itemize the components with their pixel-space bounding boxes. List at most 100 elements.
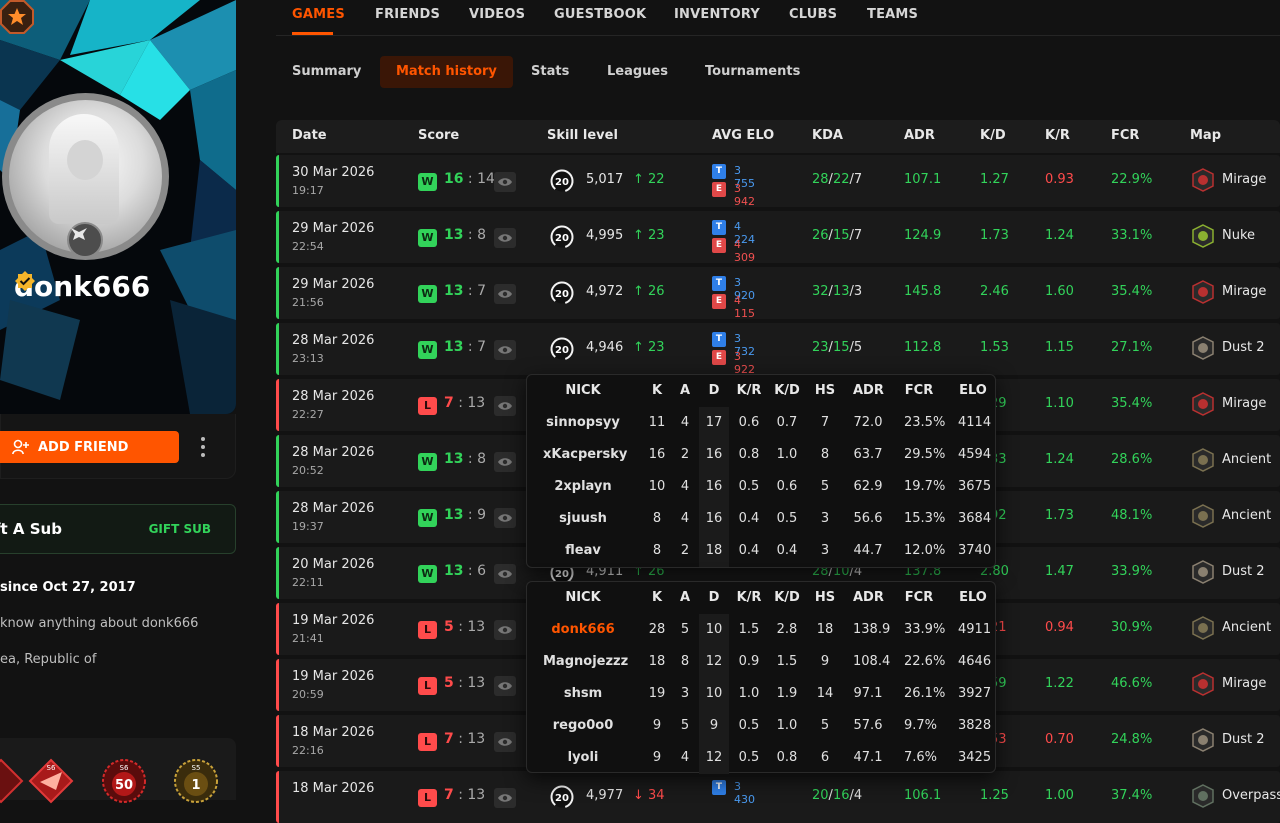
country: ea, Republic of xyxy=(0,652,97,667)
view-match-icon[interactable] xyxy=(494,508,516,528)
view-match-icon[interactable] xyxy=(494,172,516,192)
team-t-badge: T xyxy=(712,332,726,347)
popup-player-row[interactable]: 2xplayn 10 4 16 0.5 0.6 5 62.9 19.7% 3675 xyxy=(527,471,997,503)
view-match-icon[interactable] xyxy=(494,340,516,360)
tab-teams[interactable]: TEAMS xyxy=(867,7,918,22)
table-row[interactable]: 29 Mar 2026 22:54 W 13 : 8 20 4,995 ↑ 23 T 4 224… xyxy=(276,211,1280,264)
tab-friends[interactable]: FRIENDS xyxy=(375,7,440,22)
subtab-summary[interactable]: Summary xyxy=(276,56,377,88)
fcr-value: 30.9% xyxy=(1111,620,1153,635)
match-time: 21:41 xyxy=(292,632,324,645)
popup-player-row[interactable]: xKacpersky 16 2 16 0.8 1.0 8 63.7 29.5% 4594 xyxy=(527,439,997,471)
kr-value: 1.24 xyxy=(1045,228,1074,243)
adr-value: 145.8 xyxy=(904,284,942,299)
view-match-icon[interactable] xyxy=(494,788,516,808)
col-skill[interactable]: Skill level xyxy=(547,128,618,143)
view-match-icon[interactable] xyxy=(494,564,516,584)
subtab-tournaments[interactable]: Tournaments xyxy=(689,56,816,88)
player-nick[interactable]: fleav xyxy=(543,543,623,558)
kills: 23 xyxy=(812,340,829,355)
tab-inventory[interactable]: INVENTORY xyxy=(674,7,760,22)
popup-player-row[interactable]: fleav 8 2 18 0.4 0.4 3 44.7 12.0% 3740 xyxy=(527,535,997,567)
arrow-up-icon: ↑ xyxy=(633,284,649,299)
player-stat: 10 xyxy=(699,614,729,646)
tab-clubs[interactable]: CLUBS xyxy=(789,7,837,22)
col-date[interactable]: Date xyxy=(292,128,327,143)
match-scoreboard-popup-team1: NICK K A D K/R K/D HS ADR FCR ELO sinnopsyy 11 4 17 0.… xyxy=(526,374,996,568)
player-nick[interactable]: sinnopsyy xyxy=(543,415,623,430)
player-nick[interactable]: lyoli xyxy=(543,750,623,765)
view-match-icon[interactable] xyxy=(494,452,516,472)
col-score[interactable]: Score xyxy=(418,128,459,143)
subtab-stats[interactable]: Stats xyxy=(515,56,585,88)
col-fcr[interactable]: FCR xyxy=(1111,128,1139,143)
add-friend-button[interactable]: ADD FRIEND xyxy=(0,431,179,463)
popup-col-k: K xyxy=(651,590,663,605)
kda-value: 32/13/3 xyxy=(812,284,862,299)
player-nick[interactable]: donk666 xyxy=(543,622,623,637)
username: donk666 xyxy=(14,270,150,303)
popup-player-row[interactable]: sinnopsyy 11 4 17 0.6 0.7 7 72.0 23.5% 4114 xyxy=(527,407,997,439)
laurel-medal-sub: S6 xyxy=(120,764,129,772)
player-nick[interactable]: rego0o0 xyxy=(543,718,623,733)
view-match-icon[interactable] xyxy=(494,284,516,304)
tab-guestbook[interactable]: GUESTBOOK xyxy=(554,7,646,22)
popup-player-row[interactable]: sjuush 8 4 16 0.4 0.5 3 56.6 15.3% 3684 xyxy=(527,503,997,535)
popup-player-row[interactable]: Magnojezzz 18 8 12 0.9 1.5 9 108.4 22.6% 4646 xyxy=(527,646,997,678)
player-nick[interactable]: shsm xyxy=(543,686,623,701)
player-stat: 0.7 xyxy=(776,415,798,430)
kd-value: 1.73 xyxy=(980,228,1009,243)
player-stat: 3 xyxy=(680,686,690,701)
popup-player-row[interactable]: lyoli 9 4 12 0.5 0.8 6 47.1 7.6% 3425 xyxy=(527,742,997,774)
col-kda[interactable]: KDA xyxy=(812,128,843,143)
table-row[interactable]: 28 Mar 2026 23:13 W 13 : 7 20 4,946 ↑ 23 T 3 732… xyxy=(276,323,1280,376)
subtab-match-history[interactable]: Match history xyxy=(380,56,513,88)
player-stat: 2 xyxy=(680,447,690,462)
col-kr[interactable]: K/R xyxy=(1045,128,1070,143)
view-match-icon[interactable] xyxy=(494,732,516,752)
table-row[interactable]: 18 Mar 2026 L 7 : 13 20 4,977 ↓ 34 T 3 430 20/16… xyxy=(276,771,1280,823)
more-options-icon[interactable] xyxy=(200,437,206,457)
player-nick[interactable]: xKacpersky xyxy=(543,447,627,462)
subtab-leagues[interactable]: Leagues xyxy=(591,56,684,88)
team-e-badge: E xyxy=(712,294,726,309)
player-stat: 1.9 xyxy=(776,686,798,701)
player-nick[interactable]: sjuush xyxy=(543,511,623,526)
popup-player-row[interactable]: shsm 19 3 10 1.0 1.9 14 97.1 26.1% 3927 xyxy=(527,678,997,710)
tab-videos[interactable]: VIDEOS xyxy=(469,7,525,22)
col-avg-elo[interactable]: AVG ELO xyxy=(712,128,774,143)
table-row[interactable]: 29 Mar 2026 21:56 W 13 : 7 20 4,972 ↑ 26 T 3 920… xyxy=(276,267,1280,320)
col-adr[interactable]: ADR xyxy=(904,128,935,143)
gift-sub-button[interactable]: GIFT SUB xyxy=(149,522,211,536)
elo-change-value: 34 xyxy=(648,788,665,803)
elo-value: 5,017 xyxy=(586,172,624,187)
tab-games[interactable]: GAMES xyxy=(292,7,345,22)
match-date: 18 Mar 2026 xyxy=(292,781,375,796)
player-stat: 33.9% xyxy=(904,622,946,637)
table-row[interactable]: 30 Mar 2026 19:17 W 16 : 14 20 5,017 ↑ 22 T 3 75… xyxy=(276,155,1280,208)
col-map[interactable]: Map xyxy=(1190,128,1221,143)
view-match-icon[interactable] xyxy=(494,620,516,640)
view-match-icon[interactable] xyxy=(494,396,516,416)
gold-laurel-medal-icon[interactable]: 1 S5 xyxy=(173,758,219,804)
player-stat: 63.7 xyxy=(853,447,883,462)
popup-player-row[interactable]: donk666 28 5 10 1.5 2.8 18 138.9 33.9% 4911 xyxy=(527,614,997,646)
popup-player-row[interactable]: rego0o0 9 5 9 0.5 1.0 5 57.6 9.7% 3828 xyxy=(527,710,997,742)
player-nick[interactable]: 2xplayn xyxy=(543,479,623,494)
laurel-medal-icon[interactable]: 50 S6 xyxy=(101,758,147,804)
player-nick[interactable]: Magnojezzz xyxy=(543,654,628,669)
view-match-icon[interactable] xyxy=(494,228,516,248)
add-friend-label: ADD FRIEND xyxy=(38,439,129,455)
player-stat: 3927 xyxy=(958,686,992,701)
player-stat: 3 xyxy=(820,543,830,558)
popup-col-nick: NICK xyxy=(565,383,601,398)
match-time: 21:56 xyxy=(292,296,324,309)
result-badge: W xyxy=(418,285,437,303)
view-match-icon[interactable] xyxy=(494,676,516,696)
col-kd[interactable]: K/D xyxy=(980,128,1006,143)
diamond-medal-icon[interactable] xyxy=(0,758,24,804)
score-separator: : xyxy=(463,171,478,187)
wing-medal-icon[interactable]: S6 xyxy=(28,758,74,804)
popup-col-fcr: FCR xyxy=(904,383,934,398)
score-own: 5 xyxy=(444,619,454,635)
